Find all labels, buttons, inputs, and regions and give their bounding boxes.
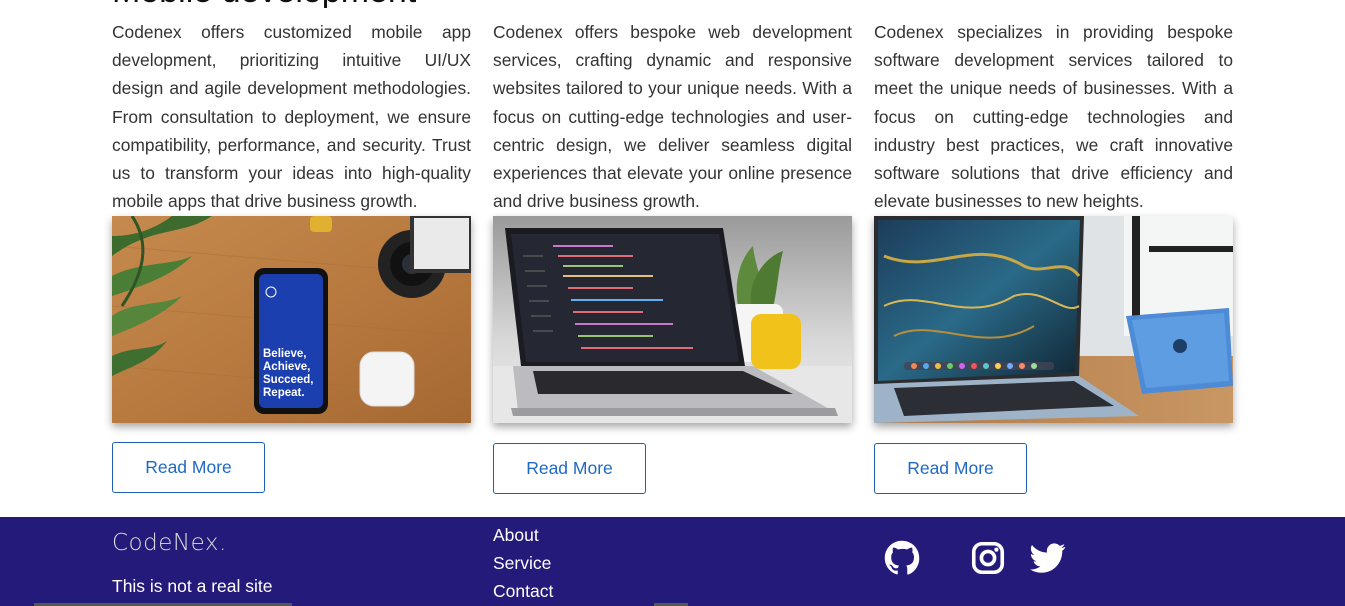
instagram-icon[interactable] bbox=[970, 540, 1006, 576]
laptop-tablet-image bbox=[874, 216, 1233, 423]
svg-text:Repeat.: Repeat. bbox=[263, 387, 305, 399]
github-icon[interactable] bbox=[884, 540, 920, 576]
site-footer: CodeNex. This is not a real site About S… bbox=[0, 517, 1345, 606]
section-heading: Mobile development bbox=[112, 0, 416, 8]
footer-link-contact[interactable]: Contact bbox=[493, 577, 553, 605]
twitter-icon[interactable] bbox=[1030, 540, 1066, 576]
read-more-button[interactable]: Read More bbox=[112, 442, 265, 493]
service-description: Codenex offers bespoke web development s… bbox=[493, 22, 852, 212]
service-description: Codenex specializes in providing bespoke… bbox=[874, 22, 1233, 212]
footer-logo[interactable]: CodeNex. bbox=[112, 530, 227, 556]
read-more-button[interactable]: Read More bbox=[493, 443, 646, 494]
footer-tagline: This is not a real site bbox=[112, 576, 273, 596]
service-description: Codenex offers customized mobile app dev… bbox=[112, 22, 471, 212]
read-more-button[interactable]: Read More bbox=[874, 443, 1027, 494]
svg-text:Succeed,: Succeed, bbox=[263, 374, 314, 386]
phone-on-desk-image: Believe, Achieve, Succeed, Repeat. bbox=[112, 216, 471, 423]
svg-text:Believe,: Believe, bbox=[263, 348, 306, 360]
footer-link-about[interactable]: About bbox=[493, 521, 553, 549]
footer-nav: About Service Contact bbox=[493, 521, 553, 605]
svg-text:Achieve,: Achieve, bbox=[263, 361, 310, 373]
footer-link-service[interactable]: Service bbox=[493, 549, 553, 577]
laptop-code-image bbox=[493, 216, 852, 423]
